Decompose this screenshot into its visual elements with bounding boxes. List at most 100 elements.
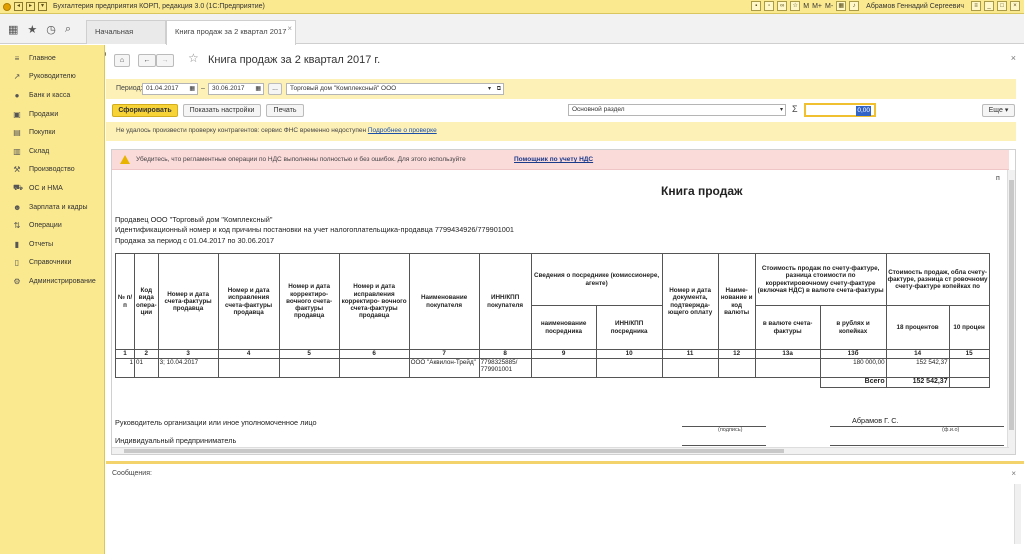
forward-icon[interactable]: ▸ xyxy=(26,2,35,11)
sidebar-item-label: Продажи xyxy=(29,110,59,118)
back-icon[interactable]: ◂ xyxy=(14,2,23,11)
sidebar-item-label: Производство xyxy=(29,166,75,174)
menu-icon[interactable]: ▾ xyxy=(38,2,47,11)
ip-name-line xyxy=(830,445,1004,446)
col-number: 13а xyxy=(754,349,821,359)
chevron-down-icon[interactable]: ▾ xyxy=(780,105,783,115)
sidebar-item-bank[interactable]: ● Банк и касса xyxy=(0,86,104,105)
admin-icon: ⚙ xyxy=(13,276,21,286)
tab-bar: ▦ ★ ◷ ⌕ Начальная страница Книга продаж … xyxy=(0,14,1024,58)
col-number: 7 xyxy=(408,349,480,359)
tab-sales-book[interactable]: Книга продаж за 2 квартал 2017 г. × xyxy=(166,18,296,58)
col-number: 14 xyxy=(885,349,950,359)
period-label: Период: xyxy=(116,85,143,92)
cell-n: 1 xyxy=(115,358,135,378)
messages-scrollbar[interactable] xyxy=(1014,484,1021,544)
minimize-icon[interactable]: _ xyxy=(984,1,994,11)
print-icon[interactable]: ▫ xyxy=(764,1,775,11)
sidebar-item-label: Склад xyxy=(29,147,50,155)
calc-icon[interactable]: ▦ xyxy=(836,1,847,11)
date-dash: – xyxy=(201,85,205,92)
messages-close-icon[interactable]: × xyxy=(1011,469,1016,478)
save-icon[interactable]: ▪ xyxy=(751,1,762,11)
history-icon[interactable]: ◷ xyxy=(46,23,56,36)
show-settings-button[interactable]: Показать настройки xyxy=(183,104,261,117)
sum-field[interactable]: 0,00 xyxy=(804,103,876,117)
sidebar-item-directories[interactable]: ▯ Справочники xyxy=(0,254,104,273)
tab-close-icon[interactable]: × xyxy=(287,18,292,40)
col-number: 1 xyxy=(115,349,135,359)
favorites-icon[interactable]: ★ xyxy=(27,23,37,36)
col-header-11: Номер и дата документа, подтвержда- ющег… xyxy=(661,253,719,350)
chevron-down-icon: ▾ xyxy=(1004,107,1009,114)
sidebar-item-assets[interactable]: ⛟ ОС и НМА xyxy=(0,179,104,198)
sidebar-item-director[interactable]: ↗ Руководителю xyxy=(0,68,104,87)
vat-notice-bar: Убедитесь, что регламентные операции по … xyxy=(112,150,1009,170)
search-icon[interactable]: ⌕ xyxy=(65,23,71,36)
maximize-icon[interactable]: □ xyxy=(997,1,1007,11)
sidebar-item-operations[interactable]: ⇅ Операции xyxy=(0,216,104,235)
more-button[interactable]: Еще ▾ xyxy=(982,104,1015,117)
section-select[interactable]: Основной раздел ▾ xyxy=(568,104,786,116)
date-to-field[interactable]: 30.06.2017 ▦ xyxy=(208,83,264,95)
back-button[interactable]: ← xyxy=(138,54,156,67)
sidebar-item-salary[interactable]: ☻ Зарплата и кадры xyxy=(0,198,104,217)
sidebar: ≡ Главное ↗ Руководителю ● Банк и касса ▣ Пр… xyxy=(0,45,105,554)
history-icon[interactable]: ☆ xyxy=(790,1,801,11)
organization-value: Торговый дом "Комплексный" ООО xyxy=(290,85,397,92)
calendar-icon[interactable]: ▦ xyxy=(255,84,261,94)
forward-button[interactable]: → xyxy=(156,54,174,67)
total-label: Всего xyxy=(819,377,887,388)
tab-home[interactable]: Начальная страница xyxy=(86,20,166,58)
favorite-star-icon[interactable]: ☆ xyxy=(188,51,199,65)
table-row[interactable]: 1 01 3; 10.04.2017 ООО "Аквилон-Трейд" 7… xyxy=(115,358,990,378)
link-icon[interactable]: ∞ xyxy=(777,1,788,11)
col-header-7: Наименование покупателя xyxy=(408,253,480,350)
reports-icon: ▮ xyxy=(14,239,20,249)
bell-icon[interactable]: ♪ xyxy=(849,1,860,11)
menu-icon: ≡ xyxy=(14,53,20,63)
date-from-field[interactable]: 01.04.2017 ▦ xyxy=(142,83,198,95)
sales-icon: ▣ xyxy=(13,109,21,119)
sidebar-item-production[interactable]: ⚒ Производство xyxy=(0,161,104,180)
sidebar-item-reports[interactable]: ▮ Отчеты xyxy=(0,235,104,254)
mem-m[interactable]: M xyxy=(803,3,809,10)
generate-button[interactable]: Сформировать xyxy=(112,104,178,117)
mem-mminus[interactable]: M- xyxy=(825,3,833,10)
sidebar-item-main[interactable]: ≡ Главное xyxy=(0,49,104,68)
home-button[interactable]: ⌂ xyxy=(114,54,130,67)
organization-field[interactable]: Торговый дом "Комплексный" ООО ▾ ⧉ xyxy=(286,83,504,95)
main-form: ⌂ ← → ☆ Книга продаж за 2 квартал 2017 г… xyxy=(106,45,1024,554)
sidebar-item-sales[interactable]: ▣ Продажи xyxy=(0,105,104,124)
report-vertical-scrollbar[interactable] xyxy=(1007,170,1015,454)
apps-grid-icon[interactable]: ▦ xyxy=(8,23,18,36)
sum-value: 0,00 xyxy=(856,106,871,116)
check-details-link[interactable]: Подробнее о проверке xyxy=(368,127,437,134)
close-icon[interactable]: × xyxy=(1010,1,1020,11)
vat-assistant-link[interactable]: Помощник по учету НДС xyxy=(514,156,593,163)
report-sheet: Убедитесь, что регламентные операции по … xyxy=(111,149,1016,455)
col-number: 10 xyxy=(595,349,663,359)
settings-icon[interactable]: ≡ xyxy=(971,1,981,11)
cell-inn: 7798325885/ 779901001 xyxy=(478,358,532,378)
period-select-button[interactable]: ... xyxy=(268,83,282,95)
report-horizontal-scrollbar[interactable] xyxy=(112,447,1009,454)
cell-p18: 152 542,37 xyxy=(885,358,950,378)
form-close-icon[interactable]: × xyxy=(1011,53,1016,63)
print-button[interactable]: Печать xyxy=(266,104,304,117)
sidebar-item-label: Операции xyxy=(29,222,62,230)
sidebar-item-purchases[interactable]: ▤ Покупки xyxy=(0,123,104,142)
salary-icon: ☻ xyxy=(13,202,22,212)
open-link-icon[interactable]: ⧉ xyxy=(497,84,501,94)
chevron-down-icon[interactable]: ▾ xyxy=(488,84,491,94)
sidebar-item-admin[interactable]: ⚙ Администрирование xyxy=(0,272,104,291)
col-header-6: Номер и дата исправления корректиро- воч… xyxy=(338,253,410,350)
col-header-1: № п/п xyxy=(115,253,135,350)
production-icon: ⚒ xyxy=(13,165,21,175)
total-row: Всего 152 542,37 xyxy=(116,377,990,388)
calendar-icon[interactable]: ▦ xyxy=(189,84,195,94)
col-header-14: 18 процентов xyxy=(885,305,950,350)
sidebar-item-warehouse[interactable]: ▥ Склад xyxy=(0,142,104,161)
mem-mplus[interactable]: M+ xyxy=(812,3,822,10)
user-name[interactable]: Абрамов Геннадий Сергеевич xyxy=(866,3,964,10)
